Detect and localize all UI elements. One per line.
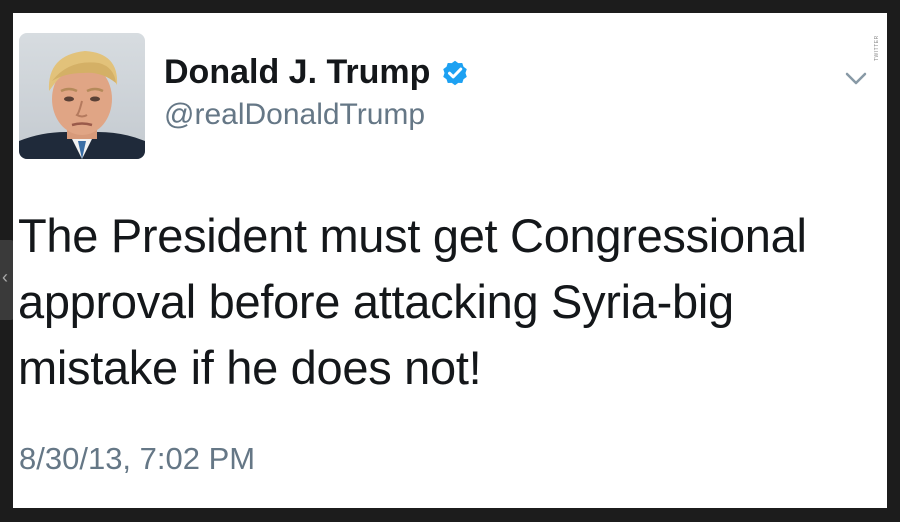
author-name[interactable]: Donald J. Trump [164,53,470,92]
tweet-card: Donald J. Trump @realDonaldTrump TWITTER… [13,13,887,508]
chevron-left-icon: ‹ [2,267,8,287]
verified-badge-icon [443,60,468,85]
author-handle[interactable]: @realDonaldTrump [164,98,425,132]
tweet-timestamp[interactable]: 8/30/13, 7:02 PM [19,441,255,477]
author-name-text: Donald J. Trump [164,53,431,91]
previous-slide-button[interactable]: ‹ [0,240,14,320]
chevron-down-icon[interactable] [843,65,869,91]
avatar[interactable] [19,33,145,159]
tweet-text: The President must get Congressional app… [18,209,807,394]
source-watermark: TWITTER [874,35,880,61]
